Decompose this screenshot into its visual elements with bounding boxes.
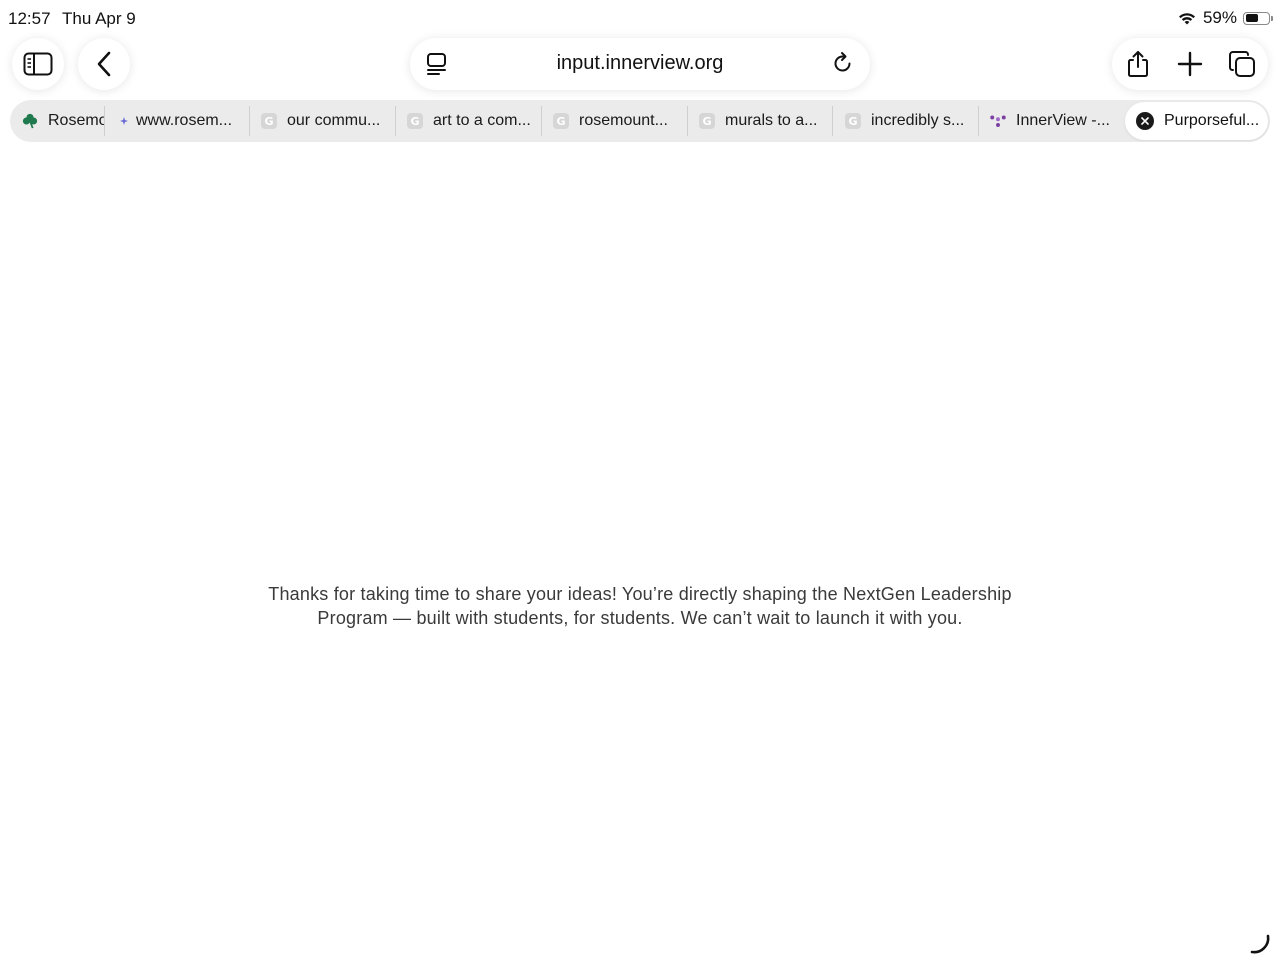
- tab-google-5[interactable]: G incredibly s...: [845, 100, 979, 142]
- address-text[interactable]: input.innerview.org: [410, 52, 870, 75]
- innerview-icon: [990, 113, 1006, 129]
- tab-google-3[interactable]: G rosemount...: [553, 100, 687, 142]
- battery-fill: [1245, 14, 1258, 22]
- tab-label: incredibly s...: [871, 112, 965, 129]
- thank-you-message: Thanks for taking time to share your ide…: [268, 584, 1012, 628]
- google-icon: G: [553, 113, 569, 129]
- tab-label: murals to a...: [725, 112, 818, 129]
- tabs-overview-icon[interactable]: [1228, 50, 1256, 78]
- wifi-icon: [1178, 13, 1195, 25]
- plus-icon[interactable]: [1176, 50, 1204, 78]
- google-icon: G: [407, 113, 423, 129]
- tab-rosemount-www[interactable]: www.rosem...: [120, 100, 248, 142]
- battery-icon: [1243, 11, 1273, 25]
- tab-rosemount[interactable]: Rosemo: [22, 100, 104, 142]
- tab-label: Purporseful...: [1164, 112, 1260, 129]
- sidebar-button[interactable]: [12, 38, 64, 90]
- back-button[interactable]: [78, 38, 130, 90]
- tab-divider: [687, 106, 688, 136]
- status-time: 12:57: [8, 9, 51, 28]
- tab-active-purposeful[interactable]: Purporseful...: [1125, 102, 1268, 140]
- tab-label: InnerView -...: [1016, 112, 1110, 129]
- status-date: Thu Apr 9: [62, 9, 136, 28]
- tab-label: Rosemo: [48, 112, 104, 129]
- status-bar: 12:57 Thu Apr 9 59%: [0, 0, 1280, 38]
- tab-divider: [978, 106, 979, 136]
- tab-strip: Rosemo www.rosem... G our commu... G art…: [10, 100, 1270, 142]
- battery-percent: 59%: [1202, 8, 1237, 27]
- google-icon: G: [845, 113, 861, 129]
- address-bar[interactable]: input.innerview.org: [410, 38, 870, 90]
- tab-label: our commu...: [287, 112, 381, 129]
- tab-google-2[interactable]: G art to a com...: [407, 100, 541, 142]
- tab-innerview[interactable]: InnerView -...: [990, 100, 1120, 142]
- google-icon: G: [261, 113, 277, 129]
- tab-label: www.rosem...: [136, 112, 233, 129]
- star-icon: [120, 113, 128, 129]
- tab-divider: [249, 106, 250, 136]
- sidebar-icon: [23, 52, 53, 76]
- reload-icon[interactable]: [832, 51, 854, 75]
- tab-label: art to a com...: [433, 112, 531, 129]
- tab-google-4[interactable]: G murals to a...: [699, 100, 833, 142]
- status-right: 59%: [1177, 8, 1273, 28]
- tab-divider: [832, 106, 833, 136]
- share-icon[interactable]: [1124, 50, 1152, 78]
- tab-google-1[interactable]: G our commu...: [261, 100, 397, 142]
- close-icon[interactable]: [1136, 112, 1154, 130]
- tab-divider: [541, 106, 542, 136]
- chevron-left-icon: [97, 51, 111, 77]
- google-icon: G: [699, 113, 715, 129]
- loading-spinner-icon: [1250, 934, 1270, 954]
- tab-divider: [104, 106, 105, 136]
- clover-icon: [22, 113, 38, 129]
- toolbar-right-group: [1112, 38, 1268, 90]
- tab-divider: [395, 106, 396, 136]
- tab-label: rosemount...: [579, 112, 668, 129]
